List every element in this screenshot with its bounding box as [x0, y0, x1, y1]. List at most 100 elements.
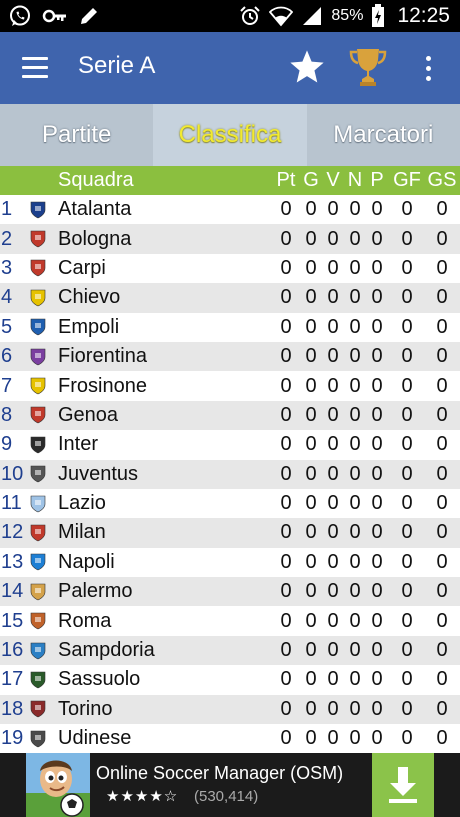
table-row[interactable]: 13 Napoli 0 0 0 0 0 0 0 — [0, 548, 460, 577]
row-position: 16 — [1, 639, 24, 662]
tab-marcatori[interactable]: Marcatori — [307, 104, 460, 166]
row-position: 8 — [1, 403, 13, 426]
battery-percent: 85% — [331, 7, 364, 24]
team-crest-icon — [28, 636, 48, 665]
row-position: 18 — [1, 697, 24, 720]
standings-table: Squadra Pt G V N P GF GS 1 Atalanta 0 0 0 0 0 0… — [0, 166, 460, 753]
stat-gf: 0 — [401, 286, 413, 309]
ad-review-count: (530,414) — [194, 788, 259, 805]
stat-gs: 0 — [436, 492, 448, 515]
table-row[interactable]: 11 Lazio 0 0 0 0 0 0 0 — [0, 489, 460, 518]
stat-pt: 0 — [280, 433, 292, 456]
stat-pt: 0 — [280, 668, 292, 691]
stat-v: 0 — [327, 521, 339, 544]
stat-n: 0 — [349, 668, 361, 691]
status-bar: 85% 12:25 — [0, 0, 460, 32]
table-row[interactable]: 14 Palermo 0 0 0 0 0 0 0 — [0, 577, 460, 607]
stat-gf: 0 — [401, 521, 413, 544]
team-name: Juventus — [58, 462, 139, 485]
stat-n: 0 — [349, 315, 361, 338]
osm-app-icon[interactable] — [26, 753, 90, 817]
team-name: Chievo — [58, 286, 121, 309]
tab-classifica[interactable]: Classifica — [153, 104, 307, 166]
stat-n: 0 — [349, 433, 361, 456]
table-row[interactable]: 9 Inter 0 0 0 0 0 0 0 — [0, 430, 460, 459]
stat-v: 0 — [327, 198, 339, 221]
clock: 12:25 — [397, 4, 450, 27]
team-crest-icon — [28, 401, 48, 430]
row-position: 12 — [1, 521, 24, 544]
team-crest-icon — [28, 283, 48, 312]
stat-pt: 0 — [280, 374, 292, 397]
stat-gf: 0 — [401, 668, 413, 691]
header-p: P — [370, 169, 384, 191]
tab-partite[interactable]: Partite — [0, 104, 153, 166]
stat-p: 0 — [371, 609, 383, 632]
stat-g: 0 — [305, 580, 317, 603]
stat-v: 0 — [327, 403, 339, 426]
table-row[interactable]: 4 Chievo 0 0 0 0 0 0 0 — [0, 283, 460, 313]
table-row[interactable]: 15 Roma 0 0 0 0 0 0 0 — [0, 606, 460, 635]
header-pt: Pt — [276, 169, 296, 191]
row-position: 2 — [1, 227, 13, 250]
table-row[interactable]: 7 Frosinone 0 0 0 0 0 0 0 — [0, 371, 460, 400]
app-bar: Serie A — [0, 32, 460, 104]
team-crest-icon — [28, 371, 48, 400]
row-position: 13 — [1, 550, 24, 573]
row-position: 19 — [1, 727, 24, 750]
table-row[interactable]: 3 Carpi 0 0 0 0 0 0 0 — [0, 254, 460, 283]
row-position: 11 — [1, 492, 22, 515]
download-button[interactable] — [372, 753, 434, 817]
ad-title: Online Soccer Manager (OSM) — [96, 763, 344, 783]
table-row[interactable]: 1 Atalanta 0 0 0 0 0 0 0 — [0, 195, 460, 224]
stat-g: 0 — [305, 550, 317, 573]
star-icon[interactable] — [288, 48, 326, 86]
table-row[interactable]: 17 Sassuolo 0 0 0 0 0 0 0 — [0, 665, 460, 694]
table-row[interactable]: 16 Sampdoria 0 0 0 0 0 0 0 — [0, 635, 460, 666]
stat-n: 0 — [349, 727, 361, 750]
stat-v: 0 — [327, 227, 339, 250]
stat-gf: 0 — [401, 727, 413, 750]
table-row[interactable]: 6 Fiorentina 0 0 0 0 0 0 0 — [0, 341, 460, 372]
stat-gs: 0 — [436, 697, 448, 720]
stat-gs: 0 — [436, 550, 448, 573]
stat-gs: 0 — [436, 609, 448, 632]
table-row[interactable]: 2 Bologna 0 0 0 0 0 0 0 — [0, 224, 460, 254]
stat-n: 0 — [349, 697, 361, 720]
stat-n: 0 — [349, 374, 361, 397]
stat-v: 0 — [327, 727, 339, 750]
stat-v: 0 — [327, 286, 339, 309]
stat-gf: 0 — [401, 609, 413, 632]
table-row[interactable]: 5 Empoli 0 0 0 0 0 0 0 — [0, 313, 460, 342]
table-row[interactable]: 18 Torino 0 0 0 0 0 0 0 — [0, 694, 460, 725]
stat-gs: 0 — [436, 198, 448, 221]
trophy-icon[interactable] — [348, 46, 388, 88]
table-row[interactable]: 19 Udinese 0 0 0 0 0 0 0 — [0, 724, 460, 753]
stat-g: 0 — [305, 256, 317, 279]
menu-icon[interactable] — [22, 57, 50, 79]
team-crest-icon — [28, 430, 48, 459]
stat-p: 0 — [371, 345, 383, 368]
stat-p: 0 — [371, 492, 383, 515]
stat-gs: 0 — [436, 433, 448, 456]
key-icon — [42, 9, 66, 23]
ad-banner[interactable]: Online Soccer Manager (OSM) ★★★★☆ (530,4… — [0, 753, 460, 817]
app-title: Serie A — [78, 52, 156, 79]
table-row[interactable]: 8 Genoa 0 0 0 0 0 0 0 — [0, 400, 460, 431]
stat-pt: 0 — [280, 697, 292, 720]
stat-v: 0 — [327, 609, 339, 632]
more-vert-icon[interactable] — [421, 56, 435, 82]
team-crest-icon — [28, 195, 48, 224]
stat-p: 0 — [371, 374, 383, 397]
stat-p: 0 — [371, 580, 383, 603]
stat-g: 0 — [305, 198, 317, 221]
table-row[interactable]: 10 Juventus 0 0 0 0 0 0 0 — [0, 459, 460, 489]
stat-g: 0 — [305, 433, 317, 456]
stat-pt: 0 — [280, 198, 292, 221]
stat-pt: 0 — [280, 521, 292, 544]
stat-g: 0 — [305, 227, 317, 250]
team-name: Torino — [58, 697, 113, 720]
row-position: 6 — [1, 345, 13, 368]
row-position: 5 — [1, 315, 13, 338]
table-row[interactable]: 12 Milan 0 0 0 0 0 0 0 — [0, 518, 460, 548]
